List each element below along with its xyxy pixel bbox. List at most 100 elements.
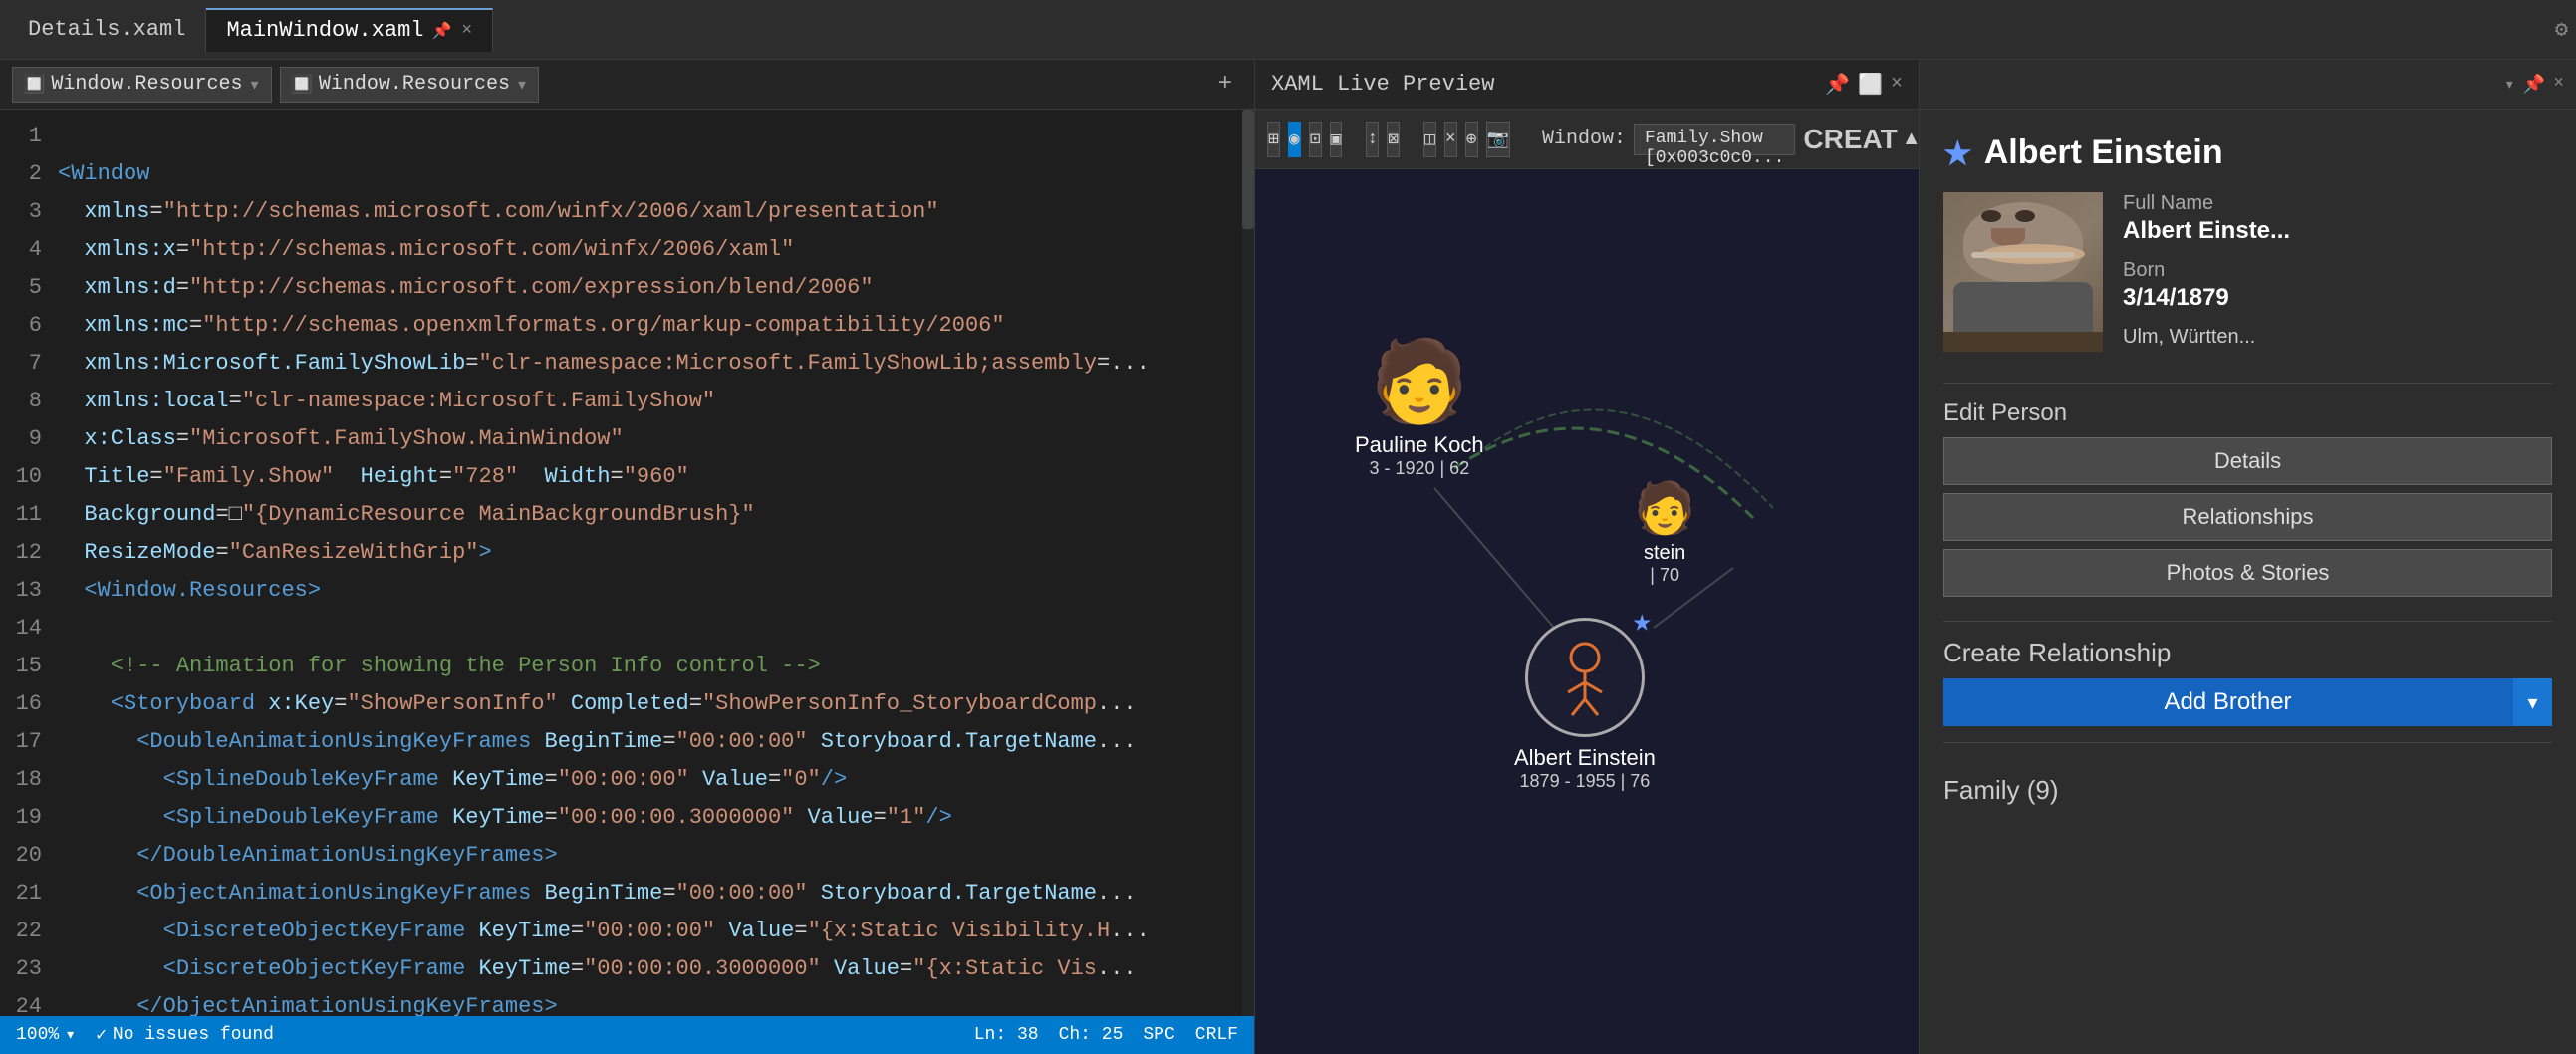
mother-name: Pauline Koch	[1355, 432, 1484, 458]
photos-stories-button[interactable]: Photos & Stories	[1943, 549, 2552, 597]
tool-crop-btn[interactable]: ⊠	[1387, 122, 1400, 157]
person-info-section: ★ Albert Einstein	[1920, 110, 2576, 383]
editor-status-bar: 100% ▾ ✓ No issues found Ln: 38 Ch: 25 S…	[0, 1016, 1254, 1054]
preview-content: 🧑 Pauline Koch 3 - 1920 | 62 🧑 stein | 7…	[1255, 169, 1919, 1054]
ln-indicator: Ln: 38	[974, 1025, 1039, 1045]
full-name-label: Full Name	[2123, 192, 2552, 215]
tool-pointer-btn[interactable]: ◉	[1288, 122, 1301, 157]
tab-mainwindow-xaml[interactable]: MainWindow.xaml 📌 ×	[206, 8, 493, 52]
edit-person-title: Edit Person	[1943, 399, 2552, 427]
person-details: Full Name Albert Einste... Born 3/14/187…	[2123, 192, 2552, 363]
person-photo	[1943, 192, 2103, 352]
tool-expand-btn[interactable]: ↕	[1366, 122, 1379, 157]
albert-einstein-node[interactable]: ★ Albert Einstein 1879 - 1955 | 76	[1514, 618, 1656, 792]
person-star-rating: ★	[1943, 134, 1972, 172]
mother-dates: 3 - 1920 | 62	[1369, 458, 1469, 479]
person-card: Full Name Albert Einste... Born 3/14/187…	[1943, 192, 2552, 363]
einstein-circle: ★	[1525, 618, 1645, 737]
edit-person-section: Edit Person Details Relationships Photos…	[1920, 399, 2576, 621]
stein-figure-icon: 🧑	[1634, 488, 1695, 538]
stein-node[interactable]: 🧑 stein | 70	[1634, 488, 1695, 586]
person-title: ★ Albert Einstein	[1943, 133, 2552, 172]
line-numbers: 1234 5678 9101112 13141516 17181920 2122…	[0, 110, 50, 1016]
breadcrumb-left-icon: 🔲	[23, 74, 45, 96]
person-full-name-title: Albert Einstein	[1984, 133, 2223, 172]
breadcrumb-right-label: Window.Resources	[319, 73, 510, 96]
panel-close-icon[interactable]: ×	[2553, 74, 2564, 96]
add-brother-button[interactable]: Add Brother	[1943, 678, 2512, 726]
details-button[interactable]: Details	[1943, 437, 2552, 485]
code-editor: 1234 5678 9101112 13141516 17181920 2122…	[0, 110, 1254, 1016]
divider-3	[1943, 742, 2552, 743]
tool-box-btn[interactable]: ⊡	[1309, 122, 1322, 157]
zoom-value: 100%	[16, 1025, 59, 1045]
mother-node[interactable]: 🧑 Pauline Koch 3 - 1920 | 62	[1355, 349, 1484, 479]
divider-2	[1943, 621, 2552, 622]
tab-pin-icon: 📌	[431, 21, 451, 41]
editor-scrollbar[interactable]	[1242, 110, 1254, 1016]
window-select[interactable]: Family.Show [0x003c0c0...	[1634, 124, 1795, 155]
add-brother-dropdown-button[interactable]: ▾	[2512, 678, 2552, 726]
info-panel: ▾ 📌 × ★ Albert Einstein	[1919, 60, 2576, 1054]
creat-arrow: ▲	[1902, 128, 1919, 150]
tool-camera-btn[interactable]: 📷	[1486, 122, 1510, 157]
panel-dropdown-icon[interactable]: ▾	[2504, 74, 2515, 96]
spc-indicator: SPC	[1143, 1025, 1174, 1045]
creat-area: CREAT ▲	[1803, 124, 1919, 155]
breadcrumb-left-select[interactable]: 🔲 Window.Resources ▾	[12, 67, 272, 103]
maximize-icon[interactable]: ⬜	[1858, 72, 1883, 98]
breadcrumb-left-arrow: ▾	[248, 72, 260, 98]
close-preview-icon[interactable]: ×	[1891, 73, 1903, 96]
no-issues-text: No issues found	[113, 1025, 274, 1045]
stein-dates: | 70	[1650, 565, 1679, 586]
tab-bar: Details.xaml MainWindow.xaml 📌 × ⚙	[0, 0, 2576, 60]
xaml-preview-title: XAML Live Preview	[1271, 72, 1494, 97]
panel-controls: ▾ 📌 ×	[2504, 74, 2564, 96]
breadcrumb-right-select[interactable]: 🔲 Window.Resources ▾	[280, 67, 540, 103]
no-issues-indicator: ✓ No issues found	[96, 1024, 274, 1046]
breadcrumb-left-label: Window.Resources	[51, 73, 242, 96]
tab-details-label: Details.xaml	[28, 17, 185, 42]
tool-select-btn[interactable]: ⊞	[1267, 122, 1280, 157]
breadcrumb-right-arrow: ▾	[516, 72, 528, 98]
code-content[interactable]: <Window xmlns="http://schemas.microsoft.…	[50, 110, 1254, 1016]
breadcrumb-bar: 🔲 Window.Resources ▾ 🔲 Window.Resources …	[0, 60, 1254, 110]
scrollbar-thumb[interactable]	[1242, 110, 1254, 229]
pin-icon[interactable]: 📌	[1825, 72, 1850, 98]
born-label: Born	[2123, 259, 2552, 282]
add-brother-row: Add Brother ▾	[1943, 678, 2552, 726]
einstein-name: Albert Einstein	[1514, 745, 1656, 771]
creat-label: CREAT	[1803, 124, 1897, 155]
connections-svg	[1255, 169, 1919, 1054]
ch-indicator: Ch: 25	[1059, 1025, 1124, 1045]
create-relationship-section: Create Relationship Add Brother ▾	[1920, 638, 2576, 742]
tool-snap-btn[interactable]: ⊕	[1465, 122, 1478, 157]
family-title: Family (9)	[1943, 775, 2552, 806]
dropdown-arrow-icon: ▾	[2527, 690, 2537, 715]
tool-panel-btn[interactable]: ◫	[1423, 122, 1436, 157]
panel-pin-icon[interactable]: 📌	[2523, 74, 2545, 96]
person-star-icon: ★	[1633, 601, 1652, 641]
full-name-value: Albert Einste...	[2123, 217, 2552, 245]
zoom-arrow: ▾	[65, 1024, 76, 1046]
preview-panel: XAML Live Preview 📌 ⬜ × ⊞ ◉ ⊡ ▣ ↕ ⊠ ◫ × …	[1255, 60, 1919, 1054]
preview-toolbar: ⊞ ◉ ⊡ ▣ ↕ ⊠ ◫ × ⊕ 📷 Window: Family.Show …	[1255, 110, 1919, 169]
breadcrumb-right-icon: 🔲	[291, 74, 313, 96]
stein-name: stein	[1644, 542, 1685, 565]
xaml-preview-header: XAML Live Preview 📌 ⬜ ×	[1255, 60, 1919, 110]
create-rel-title: Create Relationship	[1943, 638, 2552, 668]
breadcrumb-add-button[interactable]: +	[1208, 67, 1242, 102]
tab-close-button[interactable]: ×	[461, 21, 472, 41]
tool-grid-btn[interactable]: ▣	[1330, 122, 1343, 157]
tab-details-xaml[interactable]: Details.xaml	[8, 8, 206, 52]
divider-1	[1943, 383, 2552, 384]
born-place-value: Ulm, Württen...	[2123, 326, 2552, 349]
relationships-button[interactable]: Relationships	[1943, 493, 2552, 541]
editor-panel: 🔲 Window.Resources ▾ 🔲 Window.Resources …	[0, 60, 1255, 1054]
main-area: 🔲 Window.Resources ▾ 🔲 Window.Resources …	[0, 60, 2576, 1054]
crlf-indicator: CRLF	[1195, 1025, 1238, 1045]
einstein-dates: 1879 - 1955 | 76	[1520, 771, 1651, 792]
info-panel-header: ▾ 📌 ×	[1920, 60, 2576, 110]
settings-icon[interactable]: ⚙	[2555, 17, 2568, 43]
tool-refresh-btn[interactable]: ×	[1444, 122, 1457, 157]
